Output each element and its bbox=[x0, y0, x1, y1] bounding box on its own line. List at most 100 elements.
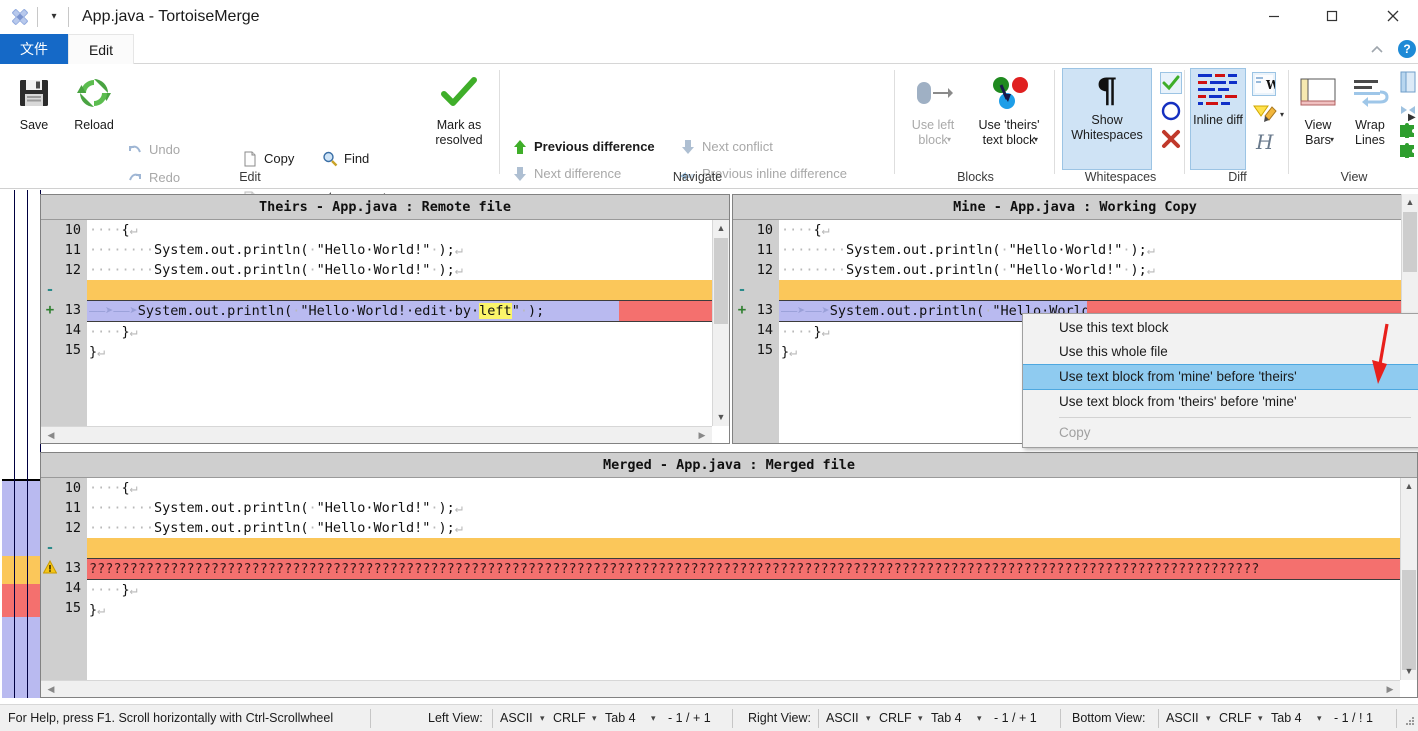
find-button[interactable]: Find bbox=[320, 146, 369, 172]
status-left-eol[interactable]: CRLF bbox=[553, 705, 586, 731]
word-compare-icon[interactable]: W bbox=[1252, 72, 1280, 96]
code-line[interactable]: ········System.out.println(·"Hello·World… bbox=[87, 518, 1417, 538]
code-line[interactable] bbox=[87, 280, 729, 300]
scroll-thumb[interactable] bbox=[1403, 212, 1417, 272]
chevron-down-icon[interactable]: ▾ bbox=[918, 705, 923, 731]
chevron-down-icon[interactable]: ▾ bbox=[1034, 135, 1038, 144]
locator-bar-theirs[interactable] bbox=[2, 190, 15, 698]
scroll-up-icon[interactable]: ▲ bbox=[713, 220, 729, 237]
code-line[interactable]: ····}↵ bbox=[87, 322, 729, 342]
context-menu-item[interactable]: Use this whole file bbox=[1023, 340, 1418, 364]
scroll-up-icon[interactable]: ▲ bbox=[1401, 478, 1417, 495]
puzzle-green-icon[interactable] bbox=[1398, 122, 1418, 140]
pane-theirs-hscrollbar[interactable]: ◀ ▶ bbox=[41, 426, 712, 443]
maximize-icon[interactable] bbox=[1309, 0, 1355, 32]
status-bottom-tab[interactable]: Tab 4 bbox=[1271, 705, 1302, 731]
italic-h-icon[interactable]: H bbox=[1252, 130, 1276, 154]
code-line[interactable]: }↵ bbox=[87, 342, 729, 362]
code-line[interactable]: ····{↵ bbox=[779, 220, 1417, 240]
ribbon-overflow-arrow-icon[interactable]: ▶ bbox=[1408, 112, 1416, 123]
save-button[interactable]: Save bbox=[2, 70, 66, 133]
scroll-left-icon[interactable]: ◀ bbox=[43, 427, 59, 443]
context-menu-item[interactable]: Use this text block bbox=[1023, 316, 1418, 340]
code-line[interactable]: ········System.out.println(·"Hello·World… bbox=[779, 240, 1417, 260]
chevron-down-icon[interactable]: ▾ bbox=[977, 705, 982, 731]
status-left-tab[interactable]: Tab 4 bbox=[605, 705, 636, 731]
code-line[interactable]: ????????????????????????????????????????… bbox=[87, 558, 1417, 580]
context-menu-item[interactable]: Use text block from 'mine' before 'their… bbox=[1023, 364, 1418, 390]
mark-as-resolved-button[interactable]: Mark as resolved bbox=[423, 70, 495, 148]
status-bottom-eol[interactable]: CRLF bbox=[1219, 705, 1252, 731]
status-right-tab[interactable]: Tab 4 bbox=[931, 705, 962, 731]
chevron-down-icon[interactable]: ▾ bbox=[866, 705, 871, 731]
inline-diff-button[interactable]: Inline diff bbox=[1190, 68, 1246, 170]
red-x-icon[interactable] bbox=[1160, 128, 1182, 150]
wrap-lines-button[interactable]: Wrap Lines bbox=[1344, 70, 1396, 148]
code-line[interactable]: ········System.out.println(·"Hello·World… bbox=[87, 240, 729, 260]
view-bars-button[interactable]: View Bars ▾ bbox=[1292, 70, 1344, 148]
show-whitespaces-label: Show Whitespaces bbox=[1071, 113, 1143, 142]
scroll-thumb[interactable] bbox=[714, 238, 728, 324]
status-right-encoding[interactable]: ASCII bbox=[826, 705, 859, 731]
chevron-down-icon[interactable]: ▾ bbox=[1317, 705, 1322, 731]
green-check-small-icon[interactable] bbox=[1160, 72, 1182, 94]
show-whitespaces-button[interactable]: ¶ Show Whitespaces bbox=[1062, 68, 1152, 170]
pane-merged-code[interactable]: ····{↵ ········System.out.println(·"Hello… bbox=[87, 478, 1417, 697]
help-button[interactable]: ? bbox=[1398, 40, 1416, 58]
blue-circle-icon[interactable] bbox=[1160, 100, 1182, 122]
code-line[interactable]: ——➤——➤System.out.println(·"Hello·World!·… bbox=[87, 300, 729, 322]
panel-toggle-icon[interactable] bbox=[1398, 70, 1418, 96]
scroll-thumb[interactable] bbox=[1402, 570, 1416, 670]
status-left-encoding[interactable]: ASCII bbox=[500, 705, 533, 731]
pane-merged-vscrollbar[interactable]: ▲ ▼ bbox=[1400, 478, 1417, 680]
chevron-down-icon[interactable]: ▾ bbox=[1206, 705, 1211, 731]
chevron-down-icon[interactable]: ▾ bbox=[1258, 705, 1263, 731]
chevron-down-icon[interactable]: ▾ bbox=[651, 705, 656, 731]
scroll-down-icon[interactable]: ▼ bbox=[713, 409, 729, 426]
scroll-right-icon[interactable]: ▶ bbox=[694, 427, 710, 443]
reload-button[interactable]: Reload bbox=[62, 70, 126, 133]
context-menu[interactable]: Use this text block Use this whole file Us… bbox=[1022, 313, 1418, 448]
locator-bar-mine[interactable] bbox=[15, 190, 28, 698]
chevron-down-icon[interactable]: ▾ bbox=[540, 705, 545, 731]
quick-access-dropdown-icon[interactable]: ▾ bbox=[45, 9, 63, 25]
chevron-up-icon[interactable] bbox=[1368, 42, 1386, 58]
code-line[interactable]: ········System.out.println(·"Hello·World… bbox=[779, 260, 1417, 280]
pane-theirs-vscrollbar[interactable]: ▲ ▼ bbox=[712, 220, 729, 426]
code-line[interactable]: ········System.out.println(·"Hello·World… bbox=[87, 498, 1417, 518]
code-line[interactable]: ····{↵ bbox=[87, 220, 729, 240]
tab-file[interactable]: 文件 bbox=[0, 34, 68, 64]
status-right-eol[interactable]: CRLF bbox=[879, 705, 912, 731]
code-line[interactable]: ····}↵ bbox=[87, 580, 1417, 600]
code-line[interactable] bbox=[87, 538, 1417, 558]
resize-grip-icon[interactable] bbox=[1403, 716, 1415, 728]
code-line[interactable]: ····{↵ bbox=[87, 478, 1417, 498]
scroll-up-icon[interactable]: ▲ bbox=[1402, 194, 1418, 211]
chevron-down-icon[interactable]: ▾ bbox=[1280, 110, 1284, 119]
copy-button[interactable]: Copy bbox=[240, 146, 294, 172]
use-left-block-button[interactable]: Use left block ▾ bbox=[900, 70, 966, 148]
use-theirs-text-block-button[interactable]: Use 'theirs' text block ▾ bbox=[968, 70, 1050, 148]
minimize-icon[interactable] bbox=[1251, 0, 1297, 32]
undo-button[interactable]: Undo bbox=[125, 137, 180, 163]
code-line[interactable] bbox=[779, 280, 1417, 300]
next-conflict-button[interactable]: Next conflict bbox=[678, 134, 773, 160]
close-icon[interactable] bbox=[1370, 0, 1416, 32]
chevron-down-icon[interactable]: ▾ bbox=[947, 135, 951, 144]
puzzle-green-2-icon[interactable] bbox=[1398, 142, 1418, 160]
context-menu-item[interactable]: Use text block from 'theirs' before 'min… bbox=[1023, 390, 1418, 414]
code-line[interactable]: ········System.out.println(·"Hello·World… bbox=[87, 260, 729, 280]
scroll-right-icon[interactable]: ▶ bbox=[1382, 681, 1398, 697]
status-bottom-encoding[interactable]: ASCII bbox=[1166, 705, 1199, 731]
previous-difference-button[interactable]: Previous difference bbox=[510, 134, 655, 160]
code-line[interactable]: }↵ bbox=[87, 600, 1417, 620]
highlighter-pen-icon[interactable]: ▾ bbox=[1252, 102, 1284, 128]
chevron-down-icon[interactable]: ▾ bbox=[1330, 135, 1334, 144]
pane-merged-hscrollbar[interactable]: ◀ ▶ bbox=[41, 680, 1400, 697]
scroll-down-icon[interactable]: ▼ bbox=[1401, 663, 1417, 680]
scroll-left-icon[interactable]: ◀ bbox=[43, 681, 59, 697]
tab-edit[interactable]: Edit bbox=[68, 34, 134, 64]
pane-theirs-code[interactable]: ····{↵ ········System.out.println(·"Hello… bbox=[87, 220, 729, 443]
chevron-down-icon[interactable]: ▾ bbox=[592, 705, 597, 731]
